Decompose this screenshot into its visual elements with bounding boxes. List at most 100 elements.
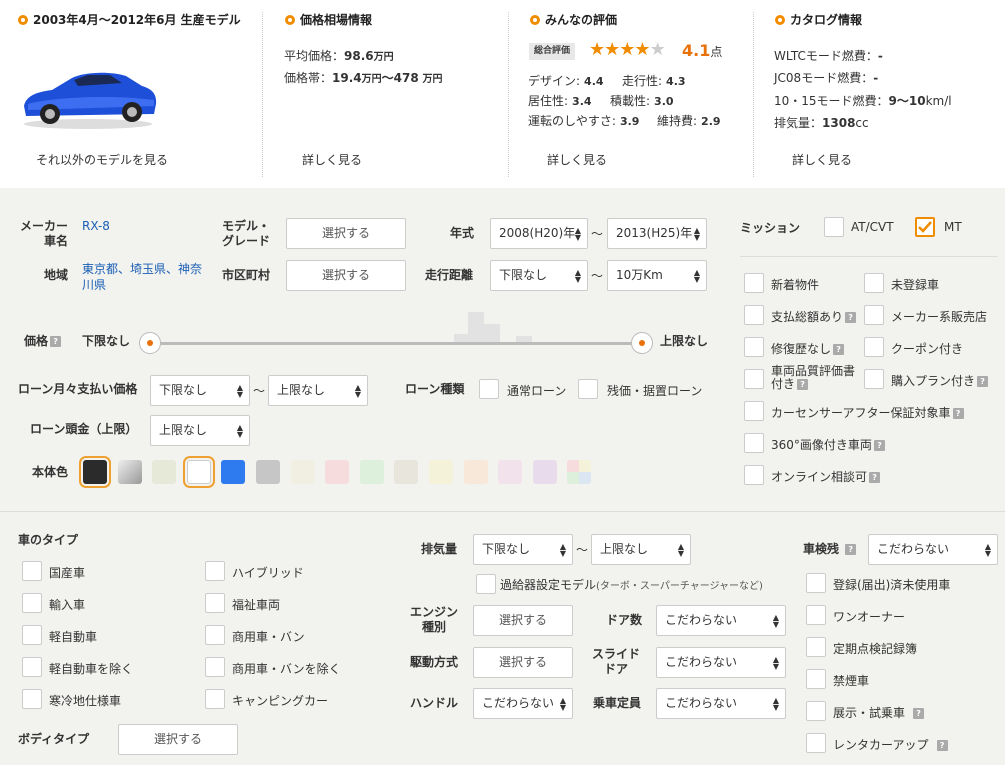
option-label[interactable]: 禁煙車 — [833, 672, 869, 689]
loan-residual-checkbox[interactable] — [578, 379, 598, 399]
color-swatch[interactable] — [152, 460, 177, 484]
color-swatch[interactable] — [532, 460, 557, 484]
option-label[interactable]: カーセンサーアフター保証対象車? — [771, 404, 964, 421]
option-checkbox[interactable] — [744, 273, 764, 293]
color-swatch[interactable] — [394, 460, 419, 484]
help-icon[interactable]: ? — [797, 379, 809, 390]
price-slider-track[interactable] — [150, 342, 642, 345]
color-swatch[interactable] — [290, 460, 315, 484]
color-swatch[interactable] — [429, 460, 453, 484]
car-type-label[interactable]: ハイブリッド — [232, 564, 304, 581]
option-checkbox[interactable] — [864, 305, 884, 325]
catalog-details-link[interactable]: 詳しく見る — [792, 151, 852, 168]
option-checkbox[interactable] — [744, 369, 764, 389]
option-checkbox[interactable] — [744, 305, 764, 325]
car-type-checkbox[interactable] — [22, 625, 42, 645]
option-label[interactable]: 定期点検記録簿 — [833, 640, 917, 657]
help-icon[interactable]: ? — [873, 440, 885, 451]
option-checkbox[interactable] — [864, 369, 884, 389]
loan-normal-label[interactable]: 通常ローン — [507, 382, 566, 399]
door-select[interactable]: こだわらない ▲ ▼ — [656, 605, 786, 636]
option-label[interactable]: 支払総額あり? — [771, 308, 857, 325]
car-type-label[interactable]: 福祉車両 — [232, 596, 280, 613]
color-swatch[interactable] — [325, 460, 350, 484]
option-checkbox[interactable] — [806, 573, 826, 593]
car-type-label[interactable]: 輸入車 — [49, 596, 85, 613]
help-icon[interactable]: ? — [833, 344, 845, 355]
option-checkbox[interactable] — [806, 637, 826, 657]
color-swatch[interactable] — [256, 460, 280, 484]
price-details-link[interactable]: 詳しく見る — [302, 151, 362, 168]
color-swatch[interactable] — [359, 460, 384, 484]
option-checkbox[interactable] — [744, 465, 764, 485]
slide-door-select[interactable]: こだわらない ▲ ▼ — [656, 647, 786, 678]
option-label[interactable]: ワンオーナー — [833, 608, 905, 625]
year-to-select[interactable]: 2013(H25)年 ▲ ▼ — [607, 218, 707, 249]
option-checkbox[interactable] — [864, 273, 884, 293]
option-label[interactable]: オンライン相談可? — [771, 468, 881, 485]
color-swatch[interactable] — [498, 460, 523, 484]
car-type-checkbox[interactable] — [22, 657, 42, 677]
car-type-checkbox[interactable] — [205, 561, 225, 581]
mission-mt-checkbox[interactable] — [915, 217, 935, 237]
displacement-to-select[interactable]: 上限なし ▲ ▼ — [591, 534, 691, 565]
car-type-label[interactable]: 商用車・バンを除く — [232, 660, 341, 677]
car-type-checkbox[interactable] — [205, 593, 225, 613]
help-icon[interactable]: ? — [50, 336, 62, 347]
option-label[interactable]: クーポン付き — [891, 340, 963, 357]
price-slider-min-handle[interactable] — [139, 332, 161, 354]
option-checkbox[interactable] — [744, 337, 764, 357]
option-checkbox[interactable] — [744, 401, 764, 421]
help-icon[interactable]: ? — [845, 312, 857, 323]
color-swatch[interactable] — [463, 460, 488, 484]
price-slider-max-handle[interactable] — [631, 332, 653, 354]
car-type-checkbox[interactable] — [205, 689, 225, 709]
loan-normal-checkbox[interactable] — [479, 379, 499, 399]
option-label[interactable]: 登録(届出)済未使用車 — [833, 576, 950, 593]
drive-button[interactable]: 選択する — [473, 647, 573, 678]
handle-select[interactable]: こだわらない ▲ ▼ — [473, 688, 573, 719]
mission-atcvt-label[interactable]: AT/CVT — [851, 220, 894, 234]
option-label[interactable]: メーカー系販売店 — [891, 308, 987, 325]
car-type-checkbox[interactable] — [205, 657, 225, 677]
option-checkbox[interactable] — [744, 433, 764, 453]
car-type-label[interactable]: 軽自動車を除く — [49, 660, 133, 677]
reviews-details-link[interactable]: 詳しく見る — [547, 151, 607, 168]
option-checkbox[interactable] — [806, 733, 826, 753]
displacement-from-select[interactable]: 下限なし ▲ ▼ — [473, 534, 573, 565]
option-label[interactable]: 360°画像付き車両? — [771, 436, 885, 453]
maker-value-link[interactable]: RX-8 — [82, 219, 110, 233]
car-type-checkbox[interactable] — [22, 593, 42, 613]
body-type-button[interactable]: 選択する — [118, 724, 238, 755]
help-icon[interactable]: ? — [977, 376, 989, 387]
help-icon[interactable]: ? — [913, 708, 925, 719]
color-swatch[interactable] — [182, 456, 215, 488]
color-swatch[interactable] — [117, 460, 142, 484]
car-type-label[interactable]: 商用車・バン — [232, 628, 305, 645]
inspection-select[interactable]: こだわらない ▲ ▼ — [868, 534, 998, 565]
region-value-link[interactable]: 東京都、埼玉県、神奈川県 — [82, 261, 208, 293]
mileage-to-select[interactable]: 10万Km ▲ ▼ — [607, 260, 707, 291]
help-icon[interactable]: ? — [869, 472, 881, 483]
other-models-link[interactable]: それ以外のモデルを見る — [36, 151, 168, 168]
supercharger-checkbox[interactable] — [476, 574, 496, 594]
color-swatch[interactable] — [79, 456, 111, 488]
car-type-label[interactable]: 寒冷地仕様車 — [49, 692, 121, 709]
option-label[interactable]: 展示・試乗車? — [833, 704, 925, 721]
loan-monthly-from-select[interactable]: 下限なし ▲ ▼ — [150, 375, 250, 406]
option-label[interactable]: 車両品質評価書付き? — [771, 365, 863, 391]
loan-down-select[interactable]: 上限なし ▲ ▼ — [150, 415, 250, 446]
option-label[interactable]: 新着物件 — [771, 276, 819, 293]
car-type-label[interactable]: 軽自動車 — [49, 628, 97, 645]
mission-mt-label[interactable]: MT — [944, 220, 962, 234]
loan-residual-label[interactable]: 残価・据置ローン — [607, 382, 702, 399]
option-label[interactable]: 未登録車 — [891, 276, 939, 293]
car-type-checkbox[interactable] — [22, 689, 42, 709]
option-checkbox[interactable] — [806, 701, 826, 721]
capacity-select[interactable]: こだわらない ▲ ▼ — [656, 688, 786, 719]
help-icon[interactable]: ? — [952, 408, 964, 419]
mission-atcvt-checkbox[interactable] — [824, 217, 844, 237]
option-checkbox[interactable] — [806, 669, 826, 689]
help-icon[interactable]: ? — [936, 740, 948, 751]
car-type-label[interactable]: 国産車 — [49, 564, 85, 581]
